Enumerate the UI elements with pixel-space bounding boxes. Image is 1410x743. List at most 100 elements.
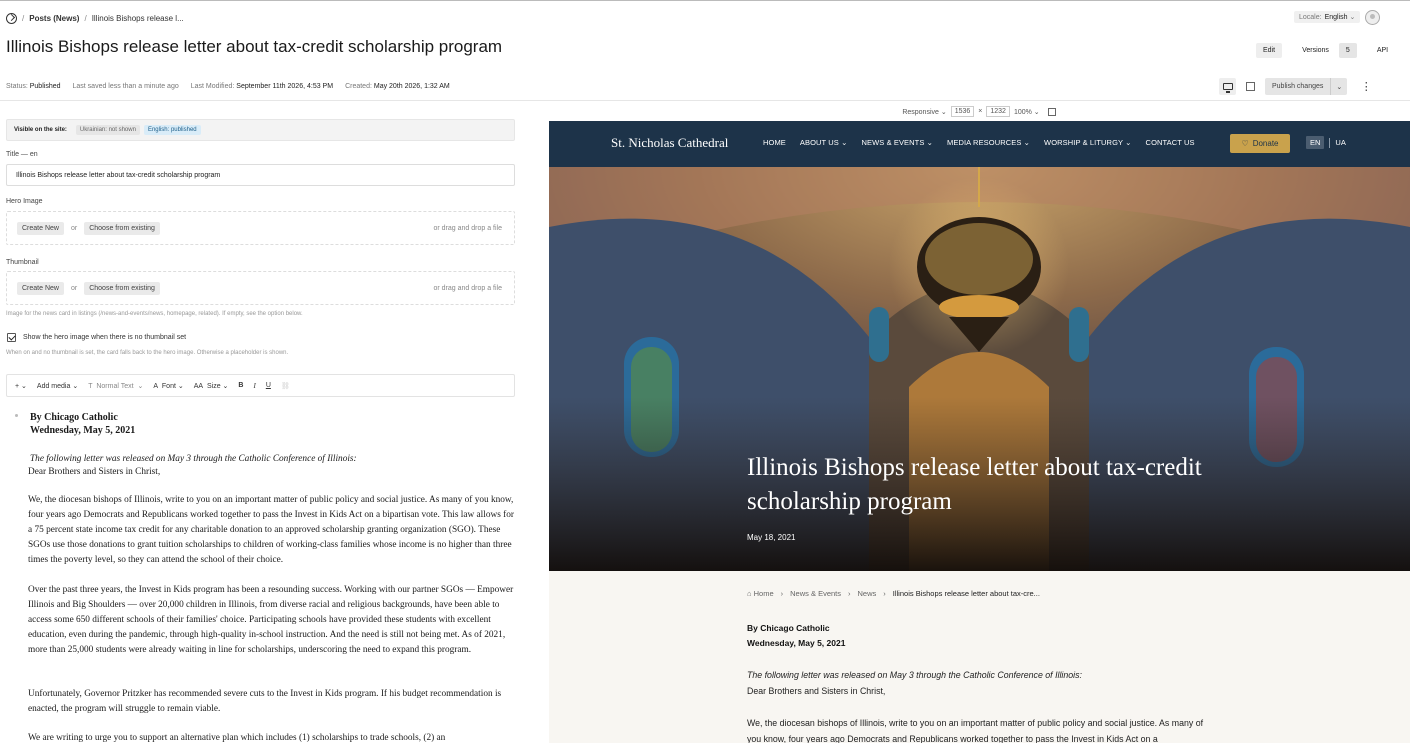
breadcrumb-home-label: Home bbox=[753, 589, 774, 598]
donate-label: Donate bbox=[1252, 139, 1279, 148]
toggle-preview-button[interactable] bbox=[1219, 78, 1236, 95]
article-paragraph: Unfortunately, Governor Pritzker has rec… bbox=[28, 689, 502, 714]
status-value: Published bbox=[29, 83, 61, 90]
article-byline: By Chicago Catholic Wednesday, May 5, 20… bbox=[30, 411, 135, 437]
size-select-label: Size ⌄ bbox=[206, 382, 229, 390]
hero-fallback-checkbox[interactable] bbox=[7, 333, 16, 342]
home-icon: ⌂ bbox=[747, 589, 752, 598]
lang-ua-button[interactable]: UA bbox=[1335, 138, 1345, 147]
created-value: May 20th 2026, 1:32 AM bbox=[373, 83, 450, 90]
font-select[interactable]: A Font ⌄ bbox=[153, 382, 183, 390]
publish-options-caret[interactable]: ⌄ bbox=[1330, 78, 1347, 95]
zoom-select[interactable]: 100% ⌄ bbox=[1014, 108, 1040, 116]
underline-button[interactable]: U bbox=[266, 382, 271, 389]
font-select-label: Font ⌄ bbox=[161, 382, 184, 390]
hero-fallback-help-text: When on and no thumbnail is set, the car… bbox=[6, 350, 289, 356]
breadcrumb-separator: / bbox=[84, 13, 87, 23]
thumbnail-upload[interactable]: Create New or Choose from existing or dr… bbox=[6, 271, 515, 305]
italic-button[interactable]: I bbox=[253, 382, 255, 390]
bold-button[interactable]: B bbox=[238, 382, 243, 389]
versions-count-badge: 5 bbox=[1338, 43, 1357, 58]
nav-item-news-events[interactable]: NEWS & EVENTS ⌄ bbox=[861, 138, 933, 147]
more-options-icon[interactable]: ⋮ bbox=[1359, 80, 1373, 93]
tab-edit[interactable]: Edit bbox=[1256, 43, 1283, 58]
modified-label: Last Modified: bbox=[190, 83, 235, 90]
article-date: Wednesday, May 5, 2021 bbox=[30, 425, 136, 436]
preview-byline: By Chicago Catholic Wednesday, May 5, 20… bbox=[747, 621, 845, 651]
title-field[interactable]: Illinois Bishops release letter about ta… bbox=[6, 164, 515, 186]
breadcrumb-posts-link[interactable]: Posts (News) bbox=[29, 14, 79, 23]
hero-create-new-button[interactable]: Create New bbox=[17, 221, 64, 235]
publish-changes-button[interactable]: Publish changes ⌄ bbox=[1265, 78, 1348, 95]
status-item: Status: Published bbox=[6, 83, 61, 90]
modified-value: September 11th 2026, 4:53 PM bbox=[236, 83, 334, 90]
nav-item-media-resources[interactable]: MEDIA RESOURCES ⌄ bbox=[947, 138, 1030, 147]
locale-select[interactable]: Locale: English ⌄ bbox=[1294, 11, 1361, 23]
hero-date: May 18, 2021 bbox=[747, 533, 796, 542]
locale-label: Locale: bbox=[1299, 13, 1322, 21]
hero-image-upload[interactable]: Create New or Choose from existing or dr… bbox=[6, 211, 515, 245]
chevron-down-icon: ⌄ bbox=[137, 382, 144, 390]
tab-versions-label: Versions bbox=[1302, 47, 1329, 54]
tab-versions[interactable]: Versions 5 bbox=[1288, 39, 1364, 62]
article-author: By Chicago Catholic bbox=[30, 412, 118, 423]
donate-button[interactable]: ♡ Donate bbox=[1230, 134, 1290, 153]
thumbnail-help-text: Image for the news card in listings (/ne… bbox=[6, 311, 303, 317]
add-media-button[interactable]: Add media ⌄ bbox=[37, 382, 78, 390]
site-nav-menu: HOME ABOUT US ⌄ NEWS & EVENTS ⌄ MEDIA RE… bbox=[763, 138, 1195, 147]
thumb-choose-existing-button[interactable]: Choose from existing bbox=[84, 281, 160, 295]
document-status-bar: Status: Published Last saved less than a… bbox=[6, 83, 450, 90]
publish-changes-label: Publish changes bbox=[1272, 83, 1324, 90]
monitor-icon bbox=[1222, 83, 1233, 93]
nav-item-contact[interactable]: CONTACT US bbox=[1146, 138, 1195, 147]
size-select[interactable]: AA Size ⌄ bbox=[194, 382, 229, 390]
breadcrumb-home-link[interactable]: ⌂ Home bbox=[747, 589, 774, 598]
editor-panel: Visible on the site: Ukrainian: not show… bbox=[0, 102, 548, 743]
tab-api[interactable]: API bbox=[1370, 43, 1395, 58]
responsive-mode-select[interactable]: Responsive ⌄ bbox=[902, 108, 946, 116]
english-status-badge: English: published bbox=[143, 125, 201, 135]
hero-image-label: Hero Image bbox=[6, 198, 43, 205]
title-field-label: Title — en bbox=[6, 151, 38, 158]
article-paragraph: We, the diocesan bishops of Illinois, wr… bbox=[28, 495, 514, 565]
site-breadcrumb: ⌂ Home › News & Events › News › Illinois… bbox=[747, 589, 1040, 598]
breadcrumb-current: Illinois Bishops release l... bbox=[91, 13, 184, 23]
breadcrumb: / Posts (News) / Illinois Bishops releas… bbox=[6, 11, 184, 25]
breadcrumb-news-link[interactable]: News bbox=[858, 589, 877, 598]
hero-choose-existing-button[interactable]: Choose from existing bbox=[84, 221, 160, 235]
site-brand[interactable]: St. Nicholas Cathedral bbox=[611, 135, 728, 151]
breadcrumb-current: Illinois Bishops release letter about ta… bbox=[892, 589, 1040, 598]
text-style-value: Normal Text bbox=[96, 382, 134, 390]
article-greeting: Dear Brothers and Sisters in Christ, bbox=[28, 467, 161, 477]
app-logo-icon[interactable] bbox=[6, 12, 17, 24]
heart-icon: ♡ bbox=[1241, 139, 1249, 148]
hero-fallback-checkbox-row[interactable]: Show the hero image when there is no thu… bbox=[7, 333, 186, 342]
lang-en-button[interactable]: EN bbox=[1306, 136, 1325, 149]
open-preview-button[interactable] bbox=[1242, 78, 1259, 95]
preview-author: By Chicago Catholic bbox=[747, 623, 830, 633]
text-style-select[interactable]: T Normal Text ⌄ bbox=[88, 382, 143, 390]
language-switcher: EN UA bbox=[1306, 136, 1346, 149]
created-item: Created: May 20th 2026, 1:32 AM bbox=[345, 83, 450, 90]
dimension-separator: × bbox=[978, 108, 983, 115]
breadcrumb-separator: › bbox=[848, 589, 851, 598]
status-label: Status: bbox=[6, 83, 28, 90]
external-link-icon[interactable] bbox=[1047, 107, 1056, 116]
created-label: Created: bbox=[345, 83, 372, 90]
thumb-create-new-button[interactable]: Create New bbox=[17, 281, 64, 295]
breadcrumb-news-events-link[interactable]: News & Events bbox=[790, 589, 841, 598]
article-paragraph: We are writing to urge you to support an… bbox=[28, 733, 446, 743]
nav-item-worship-liturgy[interactable]: WORSHIP & LITURGY ⌄ bbox=[1044, 138, 1132, 147]
insert-block-button[interactable]: + ⌄ bbox=[15, 382, 27, 390]
thumbnail-label: Thumbnail bbox=[6, 259, 39, 266]
nav-item-home[interactable]: HOME bbox=[763, 138, 786, 147]
avatar[interactable] bbox=[1365, 10, 1380, 25]
preview-width-input[interactable]: 1536 bbox=[950, 106, 975, 117]
block-handle-icon[interactable] bbox=[15, 414, 18, 417]
article-paragraph: Over the past three years, the Invest in… bbox=[28, 585, 514, 655]
link-icon[interactable]: ⛓ bbox=[281, 382, 290, 390]
visibility-bar: Visible on the site: Ukrainian: not show… bbox=[6, 119, 515, 141]
nav-item-about[interactable]: ABOUT US ⌄ bbox=[800, 138, 848, 147]
preview-height-input[interactable]: 1232 bbox=[986, 106, 1010, 117]
preview-size-bar: Responsive ⌄ 1536 × 1232 100% ⌄ bbox=[548, 102, 1410, 121]
